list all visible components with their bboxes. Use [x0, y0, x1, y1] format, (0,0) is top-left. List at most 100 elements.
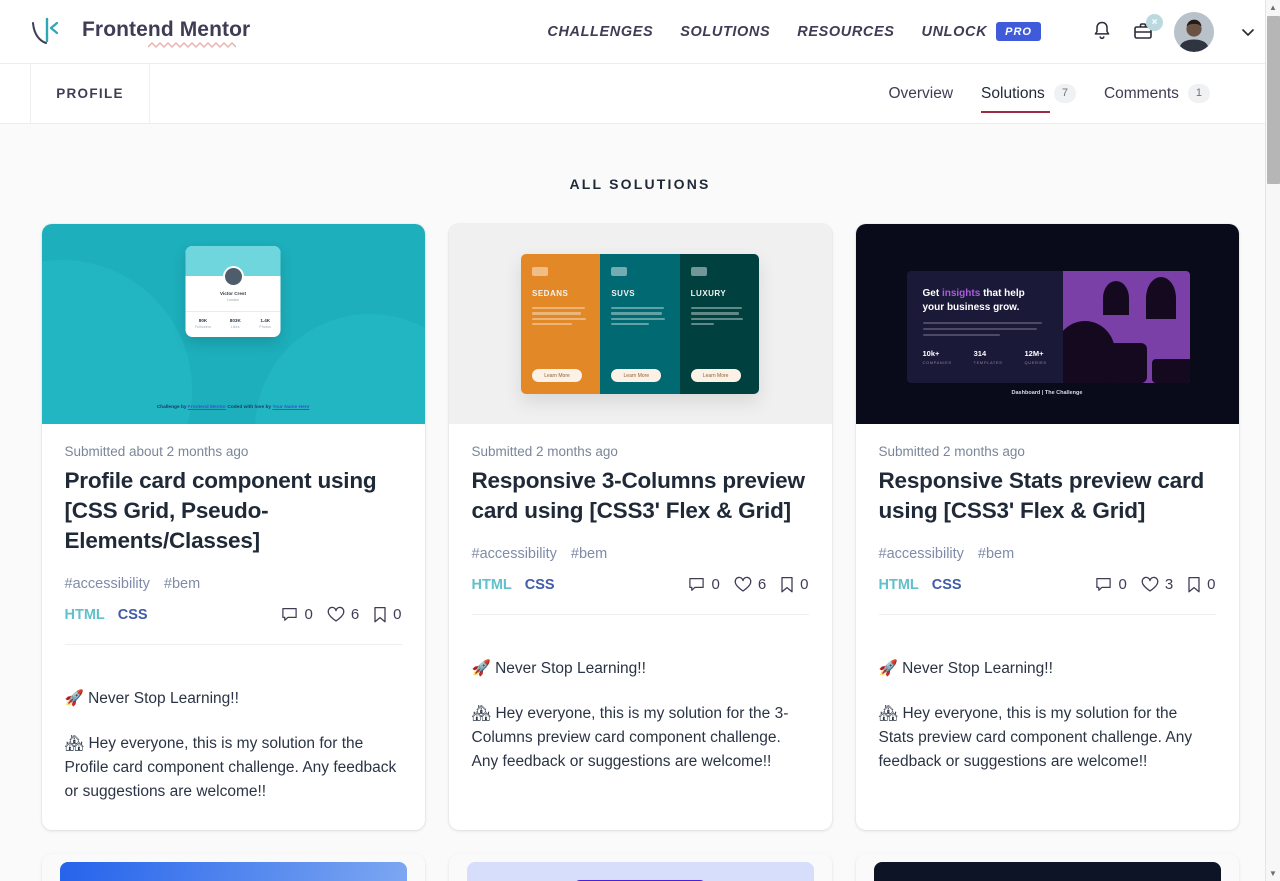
thumb-profile-location: London: [227, 298, 239, 302]
tab-solutions[interactable]: Solutions 7: [981, 64, 1076, 123]
comment-count-button[interactable]: 0: [281, 606, 313, 624]
car-icon: [690, 267, 707, 276]
solution-languages: HTML CSS: [65, 607, 148, 623]
avatar-image: [1174, 11, 1214, 52]
scroll-up-arrow[interactable]: ▲: [1266, 0, 1280, 15]
solution-meta-row: HTML CSS 0: [65, 606, 402, 624]
car-icon: [532, 267, 548, 276]
bookmark-count-button[interactable]: 0: [1187, 576, 1216, 594]
jobs-briefcase-button[interactable]: ×: [1132, 13, 1163, 45]
solution-thumbnail-blue-gradient[interactable]: [59, 861, 407, 881]
jobs-close-badge[interactable]: ×: [1146, 13, 1163, 31]
tab-solutions-label: Solutions: [981, 84, 1045, 102]
like-count-button[interactable]: 3: [1141, 576, 1173, 593]
bookmark-count-button[interactable]: 0: [780, 576, 809, 594]
thumb-stats-photo: [1062, 271, 1190, 383]
bookmark-icon: [1188, 576, 1200, 593]
pro-badge[interactable]: PRO: [996, 22, 1041, 41]
solution-thumbnail-profile-card[interactable]: Victor Crest London 80K Followers 803K Lik…: [41, 224, 425, 424]
user-avatar-button[interactable]: [1174, 11, 1214, 52]
like-count-button[interactable]: 6: [327, 606, 359, 623]
frontend-mentor-logo-icon: [32, 17, 59, 44]
thumb-profile-name: Victor Crest: [220, 291, 246, 296]
solution-thumbnail-lavender-rocket[interactable]: [466, 861, 814, 881]
description-line-2: 🏘 Hey everyone, this is my solution for …: [471, 704, 789, 770]
profile-tabs: Overview Solutions 7 Comments 1: [888, 64, 1280, 123]
thumb-learn-more-button: Learn More: [690, 369, 741, 382]
solution-thumbnail-dark-navy[interactable]: [873, 861, 1221, 881]
heart-icon: [1141, 577, 1159, 592]
tag-bem[interactable]: #bem: [571, 546, 607, 562]
description-line-2: 🏘 Hey everyone, this is my solution for …: [64, 734, 397, 800]
nav-item-solutions[interactable]: SOLUTIONS: [680, 24, 770, 40]
like-count: 3: [1164, 576, 1174, 594]
like-count: 6: [350, 606, 360, 624]
page-scrollbar[interactable]: ▲ ▼: [1265, 0, 1280, 881]
submitted-date: Submitted about 2 months ago: [64, 444, 249, 459]
solution-thumbnail-three-columns[interactable]: SEDANS Learn More SUVS Learn More LUXURY: [448, 224, 832, 424]
solution-title[interactable]: Profile card component using [CSS Grid, …: [65, 466, 402, 556]
scrollbar-thumb[interactable]: [1267, 16, 1280, 184]
solution-card-body: Submitted 2 months ago Responsive 3-Colu…: [449, 424, 832, 639]
solution-stats: 0 6 0: [281, 606, 402, 624]
language-css: CSS: [117, 606, 148, 623]
thumb-learn-more-button: Learn More: [532, 369, 582, 382]
bookmark-count: 0: [393, 606, 402, 624]
solution-title[interactable]: Responsive Stats preview card using [CSS…: [879, 466, 1216, 526]
solution-description: 🚀 Never Stop Learning!! 🏘 Hey everyone, …: [856, 639, 1239, 800]
description-line-1: 🚀 Never Stop Learning!!: [64, 689, 239, 707]
solution-card[interactable]: [856, 854, 1239, 881]
solution-card[interactable]: Get insights that help your business gro…: [855, 224, 1239, 830]
tag-accessibility[interactable]: #accessibility: [472, 546, 557, 562]
like-count: 6: [757, 576, 767, 594]
language-html: HTML: [64, 606, 105, 623]
solution-card-body: Submitted 2 months ago Responsive Stats …: [856, 424, 1239, 639]
like-count-button[interactable]: 6: [734, 576, 766, 593]
comment-count: 0: [304, 606, 313, 624]
solution-tags: #accessibility #bem: [879, 546, 1216, 562]
solution-card-body: Submitted about 2 months ago Profile car…: [42, 424, 425, 669]
thumb-stat: 10k+ COMPANIES: [922, 348, 952, 365]
solution-card[interactable]: [42, 854, 425, 881]
bookmark-count-button[interactable]: 0: [373, 606, 402, 624]
tag-accessibility[interactable]: #accessibility: [65, 576, 150, 592]
comment-icon: [689, 578, 705, 592]
tab-overview[interactable]: Overview: [888, 64, 953, 123]
solution-thumbnail-stats-preview[interactable]: Get insights that help your business gro…: [855, 224, 1239, 424]
comment-count-button[interactable]: 0: [1095, 576, 1127, 593]
solution-title[interactable]: Responsive 3-Columns preview card using …: [472, 466, 809, 526]
nav-item-challenges[interactable]: CHALLENGES: [547, 24, 653, 40]
solution-stats: 0 3 0: [1095, 576, 1216, 594]
heart-icon: [327, 607, 345, 622]
thumb-column-luxury: LUXURY Learn More: [679, 254, 759, 394]
brand-squiggle-decoration: [148, 42, 236, 48]
bookmark-icon: [374, 606, 386, 623]
top-navigation-bar: Frontend Mentor CHALLENGES SOLUTIONS RES…: [0, 0, 1280, 64]
solution-card[interactable]: Victor Crest London 80K Followers 803K Lik…: [41, 224, 425, 830]
card-divider: [471, 613, 809, 615]
thumb-learn-more-button: Learn More: [611, 369, 662, 382]
tab-comments[interactable]: Comments 1: [1104, 64, 1210, 123]
thumb-column-sedans: SEDANS Learn More: [521, 254, 601, 394]
thumb-profile-stat: 1.4K Photos: [259, 318, 272, 329]
solution-card[interactable]: [449, 854, 832, 881]
solution-card[interactable]: SEDANS Learn More SUVS Learn More LUXURY: [448, 224, 832, 830]
tag-bem[interactable]: #bem: [164, 576, 200, 592]
thumb-column-title: LUXURY: [690, 289, 727, 298]
solution-description: 🚀 Never Stop Learning!! 🏘 Hey everyone, …: [449, 639, 832, 800]
nav-item-unlock[interactable]: UNLOCK: [922, 24, 988, 40]
thumb-column-suvs: SUVS Learn More: [600, 254, 680, 394]
solution-stats: 0 6 0: [688, 576, 809, 594]
notifications-bell-button[interactable]: [1090, 19, 1114, 45]
tag-accessibility[interactable]: #accessibility: [879, 546, 964, 562]
nav-item-resources[interactable]: RESOURCES: [797, 24, 894, 40]
comment-count-button[interactable]: 0: [688, 576, 720, 593]
profile-label-chip[interactable]: PROFILE: [30, 64, 150, 123]
car-icon: [611, 267, 628, 276]
description-line-2: 🏘 Hey everyone, this is my solution for …: [878, 704, 1193, 770]
submitted-date: Submitted 2 months ago: [878, 444, 1025, 459]
account-chevron-down-icon[interactable]: [1240, 24, 1256, 40]
tag-bem[interactable]: #bem: [978, 546, 1014, 562]
language-css: CSS: [524, 576, 555, 593]
scroll-down-arrow[interactable]: ▼: [1266, 866, 1280, 881]
